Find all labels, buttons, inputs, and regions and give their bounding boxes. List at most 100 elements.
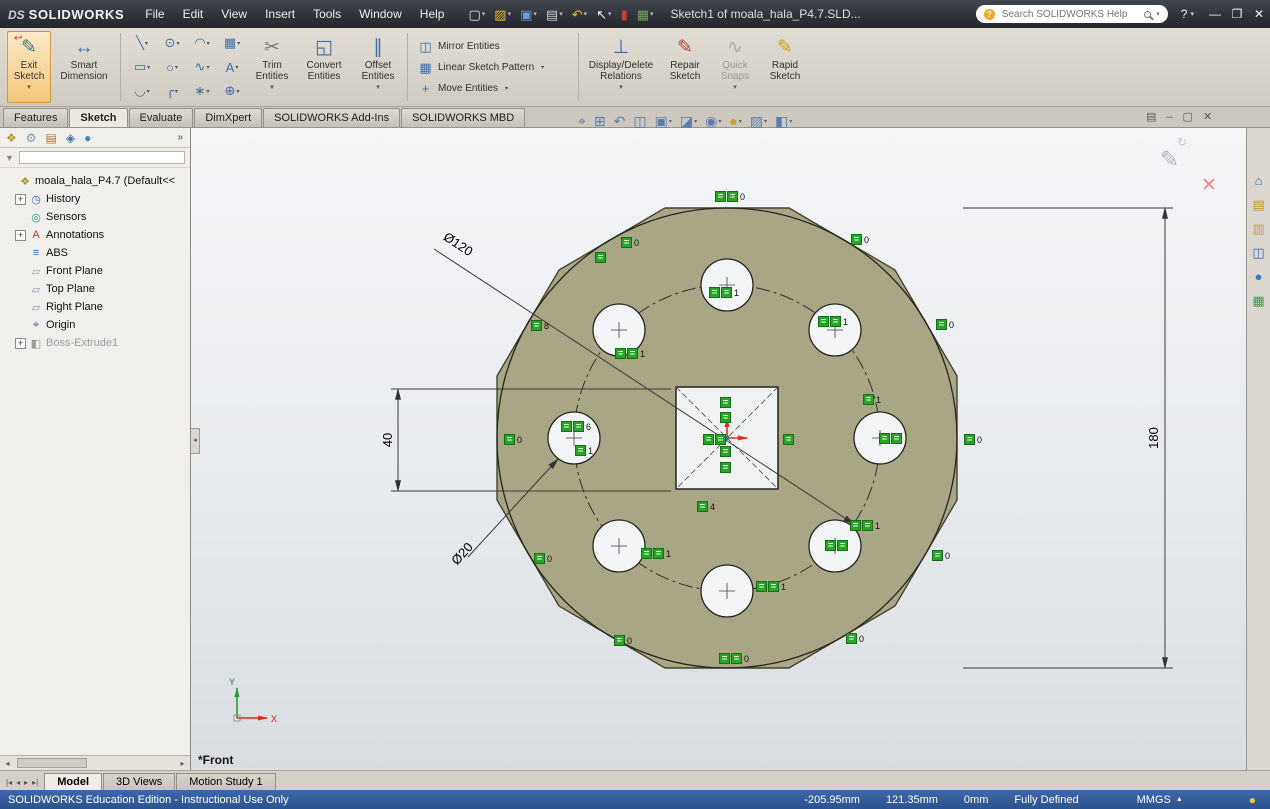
sketch-settings-button[interactable]: ▦ ▾ [634, 7, 657, 22]
search-icon[interactable] [1144, 10, 1152, 18]
options-flag-button[interactable]: ▮ [618, 7, 631, 22]
tree-item-boss-extrude1[interactable]: + ◧ Boss-Extrude1 [0, 334, 190, 352]
menu-insert[interactable]: Insert [256, 5, 304, 23]
commandmanager-pin-icon[interactable]: ▤ [1146, 110, 1156, 123]
dropdown-caret[interactable]: ▾ [175, 88, 178, 95]
tree-item-origin[interactable]: ⌖ Origin [0, 316, 190, 334]
tangent-arc-tool-button[interactable]: ◡ ▾ [127, 79, 157, 103]
menu-edit[interactable]: Edit [174, 5, 213, 23]
dropdown-caret[interactable]: ▾ [533, 10, 537, 18]
fillet-tool-button[interactable]: ╭ ▾ [157, 79, 187, 103]
next-tab-icon[interactable]: ▸ [24, 778, 28, 787]
dropdown-caret[interactable]: ▾ [236, 88, 239, 95]
menu-view[interactable]: View [212, 5, 256, 23]
scroll-right-icon[interactable]: ▸ [175, 759, 190, 768]
display-delete-relations-button[interactable]: ⊥ Display/Delete Relations ▾ [584, 31, 658, 103]
spline-tool-button[interactable]: ∿ ▾ [187, 55, 217, 79]
line-tool-button[interactable]: ╲ ▾ [127, 31, 157, 55]
tab-sketch[interactable]: Sketch [69, 108, 128, 127]
view-palette-tab[interactable]: ◫ [1252, 246, 1264, 259]
dropdown-caret[interactable]: ▾ [206, 88, 209, 95]
dim-text-40[interactable]: 40 [380, 433, 395, 447]
panel-tab-propertymanager[interactable]: ⚙ [26, 132, 37, 144]
ellipse-tool-button[interactable]: ○ ▾ [157, 55, 187, 79]
panel-collapse-handle[interactable]: ◂ [191, 428, 200, 454]
trim-entities-button[interactable]: ✂ Trim Entities ▾ [250, 31, 294, 103]
doc-close-button[interactable]: ✕ [1203, 110, 1212, 123]
design-library-tab[interactable]: ▤ [1252, 198, 1264, 211]
dropdown-caret[interactable]: ▾ [175, 64, 178, 71]
confirm-sketch-icon[interactable]: ✎ [1160, 146, 1179, 173]
arc-tool-button[interactable]: ◠ ▾ [187, 31, 217, 55]
doc-minimize-button[interactable]: – [1166, 111, 1172, 123]
expander-icon[interactable]: + [15, 229, 26, 241]
solidworks-resources-tab[interactable]: ⌂ [1255, 174, 1263, 187]
smart-dimension-button[interactable]: ↔ Smart Dimension [53, 31, 115, 103]
dropdown-caret[interactable]: ▾ [237, 40, 240, 47]
dropdown-caret[interactable]: ▾ [508, 10, 512, 18]
sketch-canvas[interactable]: 180 40 Ø120 Ø20 Y X [191, 128, 1246, 770]
zoom-to-fit-button[interactable]: ⌖ [578, 113, 586, 130]
dropdown-caret[interactable]: ▾ [733, 83, 737, 91]
graphics-viewport[interactable]: 180 40 Ø120 Ø20 Y X = = 0 = 0 = = 0 = 8 … [191, 128, 1246, 770]
dimension-outer-height[interactable]: 180 [963, 206, 1173, 670]
dropdown-caret[interactable]: ▾ [270, 83, 274, 91]
dropdown-caret[interactable]: ▾ [739, 118, 742, 125]
doc-tab-model[interactable]: Model [44, 773, 102, 790]
dropdown-caret[interactable]: ▾ [764, 118, 767, 125]
doc-restore-button[interactable]: ▢ [1183, 110, 1193, 123]
tab-evaluate[interactable]: Evaluate [128, 108, 194, 127]
file-explorer-tab[interactable]: ▥ [1252, 222, 1264, 235]
panel-tab-displaymanager[interactable]: ● [84, 132, 91, 144]
menu-file[interactable]: File [136, 5, 173, 23]
first-tab-icon[interactable]: |◂ [6, 778, 12, 787]
dropdown-caret[interactable]: ▾ [559, 10, 563, 18]
exit-sketch-button[interactable]: ✎ ↩ Exit Sketch ▾ [7, 31, 51, 103]
dropdown-caret[interactable]: ▾ [147, 64, 150, 71]
menu-help[interactable]: Help [411, 5, 454, 23]
dropdown-caret[interactable]: ▾ [145, 40, 148, 47]
doc-tab-motion-study-1[interactable]: Motion Study 1 [176, 773, 276, 790]
tree-item-right-plane[interactable]: ▱ Right Plane [0, 298, 190, 316]
dropdown-caret[interactable]: ▾ [584, 10, 588, 18]
linear-sketch-pattern-button[interactable]: ▦ Linear Sketch Pattern ▾ [414, 59, 572, 77]
save-button[interactable]: ▣ ▾ [517, 7, 540, 22]
edit-appearance-button[interactable]: ● ▾ [729, 113, 741, 129]
dim-text-d120[interactable]: Ø120 [441, 229, 476, 259]
print-button[interactable]: ▤ ▾ [543, 7, 566, 22]
text-tool-button[interactable]: A ▾ [217, 55, 247, 79]
custom-properties-tab[interactable]: ▦ [1252, 294, 1264, 307]
unit-system-selector[interactable]: MMGS ▲ [1137, 794, 1183, 806]
dropdown-caret[interactable]: ▾ [650, 10, 654, 18]
doc-tab-3d-views[interactable]: 3D Views [103, 773, 176, 790]
help-indicator-icon[interactable]: ● [1249, 793, 1256, 807]
dim-text-d20[interactable]: Ø20 [448, 539, 476, 567]
tab-solidworks-add-ins[interactable]: SOLIDWORKS Add-Ins [263, 108, 401, 127]
display-style-button[interactable]: ◪ ▾ [680, 113, 697, 130]
undo-button[interactable]: ↶ ▾ [569, 7, 590, 22]
dim-text-180[interactable]: 180 [1146, 427, 1161, 449]
quick-snaps-button[interactable]: ∿ Quick Snaps ▾ [712, 31, 758, 103]
dropdown-caret[interactable]: ▾ [694, 118, 697, 125]
dropdown-caret[interactable]: ▾ [206, 64, 209, 71]
dropdown-caret[interactable]: ▾ [27, 83, 31, 91]
tree-item-history[interactable]: + ◷ History [0, 190, 190, 208]
new-document-button[interactable]: ▢ ▾ [465, 7, 488, 22]
dropdown-caret[interactable]: ▾ [505, 85, 508, 92]
scroll-left-icon[interactable]: ◂ [0, 759, 15, 768]
dropdown-caret[interactable]: ▾ [482, 10, 486, 18]
close-button[interactable]: ✕ [1248, 7, 1270, 21]
rectangle-tool-button[interactable]: ▭ ▾ [127, 55, 157, 79]
panel-tabs-overflow-icon[interactable]: » [177, 132, 183, 143]
tab-dimxpert[interactable]: DimXpert [194, 108, 263, 127]
select-button[interactable]: ↖ ▾ [593, 7, 614, 22]
cancel-sketch-icon[interactable]: ✕ [1201, 174, 1217, 197]
dropdown-caret[interactable]: ▾ [376, 83, 380, 91]
help-search-box[interactable]: ? ▾ [975, 5, 1168, 23]
restore-button[interactable]: ❐ [1226, 7, 1248, 21]
last-tab-icon[interactable]: ▸| [32, 778, 38, 787]
dropdown-caret[interactable]: ▾ [207, 40, 210, 47]
point-tool-button[interactable]: ∗ ▾ [187, 79, 217, 103]
panel-tab-featuremanager-design-tree[interactable]: ❖ [6, 132, 17, 144]
previous-view-button[interactable]: ↶ [614, 113, 626, 130]
